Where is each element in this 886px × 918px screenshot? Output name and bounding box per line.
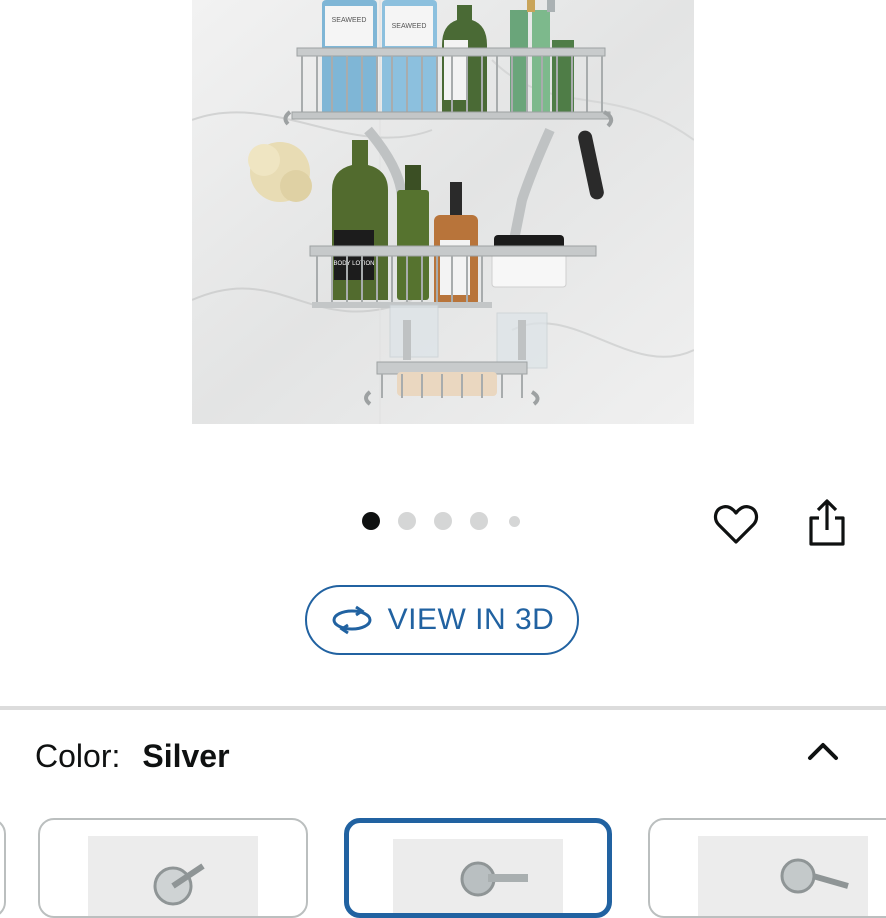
swatch-thumbnail-3 <box>698 836 868 916</box>
swatch-option-partial[interactable] <box>0 818 6 918</box>
shower-caddy-illustration: SEAWEED SEAWEED BODY LOTION <box>192 0 694 424</box>
product-image[interactable]: SEAWEED SEAWEED BODY LOTION <box>192 0 694 424</box>
bottle-label-3: BODY LOTION <box>334 261 375 267</box>
color-label: Color: <box>35 738 121 774</box>
share-button[interactable] <box>803 496 851 548</box>
color-selector-header: Color: Silver <box>35 738 230 775</box>
share-icon <box>809 499 845 546</box>
carousel-dot-2[interactable] <box>398 512 416 530</box>
carousel-dot-5[interactable] <box>509 515 520 527</box>
color-value: Silver <box>142 738 230 774</box>
chevron-up-icon <box>808 743 838 760</box>
view-in-3d-button[interactable]: VIEW IN 3D <box>305 585 579 655</box>
swatch-option-2[interactable] <box>344 818 612 918</box>
collapse-color-button[interactable] <box>802 734 844 768</box>
carousel-dot-1[interactable] <box>362 512 380 530</box>
swatch-thumbnail-1 <box>88 836 258 916</box>
carousel-dots <box>362 512 520 530</box>
wishlist-button[interactable] <box>712 500 760 548</box>
rotate-3d-icon <box>332 605 372 635</box>
carousel-dot-3[interactable] <box>434 512 452 530</box>
view-in-3d-label: VIEW IN 3D <box>387 603 555 636</box>
bottle-label-2: SEAWEED <box>392 23 427 30</box>
swatch-option-1[interactable] <box>38 818 308 918</box>
bottle-label-1: SEAWEED <box>332 17 367 24</box>
section-divider <box>0 706 886 710</box>
swatch-thumbnail-2 <box>393 839 563 913</box>
carousel-dot-4[interactable] <box>470 512 488 530</box>
swatch-option-3[interactable] <box>648 818 886 918</box>
heart-icon <box>713 505 759 544</box>
